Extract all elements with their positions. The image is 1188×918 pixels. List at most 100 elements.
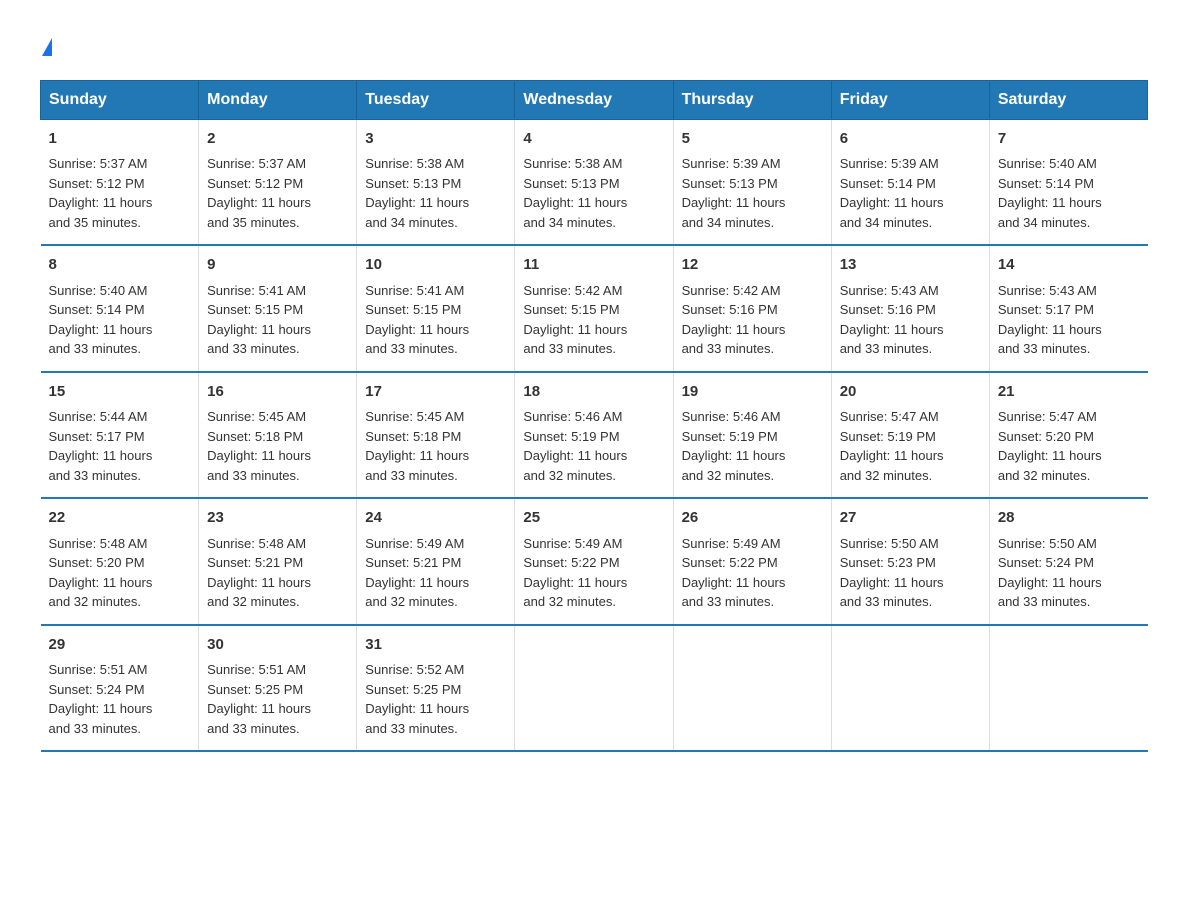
day-info: Sunrise: 5:40 AMSunset: 5:14 PMDaylight:… [49, 283, 153, 357]
day-number: 7 [998, 128, 1140, 151]
day-info: Sunrise: 5:47 AMSunset: 5:20 PMDaylight:… [998, 409, 1102, 483]
calendar-cell: 30 Sunrise: 5:51 AMSunset: 5:25 PMDayligh… [199, 625, 357, 752]
calendar-cell: 15 Sunrise: 5:44 AMSunset: 5:17 PMDayligh… [41, 372, 199, 499]
column-header-saturday: Saturday [989, 80, 1147, 119]
calendar-cell: 12 Sunrise: 5:42 AMSunset: 5:16 PMDayligh… [673, 245, 831, 372]
column-header-wednesday: Wednesday [515, 80, 673, 119]
calendar-cell: 26Sunrise: 5:49 AMSunset: 5:22 PMDayligh… [673, 498, 831, 625]
day-number: 21 [998, 381, 1140, 404]
logo-general-line [40, 30, 52, 60]
calendar-cell: 3 Sunrise: 5:38 AMSunset: 5:13 PMDaylight… [357, 119, 515, 245]
day-number: 10 [365, 254, 506, 277]
day-info: Sunrise: 5:48 AMSunset: 5:20 PMDaylight:… [49, 536, 153, 610]
day-number: 19 [682, 381, 823, 404]
calendar-week-row: 29 Sunrise: 5:51 AMSunset: 5:24 PMDayligh… [41, 625, 1148, 752]
day-number: 11 [523, 254, 664, 277]
day-number: 23 [207, 507, 348, 530]
column-header-friday: Friday [831, 80, 989, 119]
day-info: Sunrise: 5:45 AMSunset: 5:18 PMDaylight:… [207, 409, 311, 483]
calendar-cell [515, 625, 673, 752]
day-info: Sunrise: 5:51 AMSunset: 5:24 PMDaylight:… [49, 662, 153, 736]
calendar-cell: 25Sunrise: 5:49 AMSunset: 5:22 PMDayligh… [515, 498, 673, 625]
day-info: Sunrise: 5:41 AMSunset: 5:15 PMDaylight:… [365, 283, 469, 357]
day-info: Sunrise: 5:48 AMSunset: 5:21 PMDaylight:… [207, 536, 311, 610]
column-header-thursday: Thursday [673, 80, 831, 119]
calendar-cell: 5Sunrise: 5:39 AMSunset: 5:13 PMDaylight… [673, 119, 831, 245]
day-number: 8 [49, 254, 191, 277]
day-number: 18 [523, 381, 664, 404]
day-info: Sunrise: 5:50 AMSunset: 5:24 PMDaylight:… [998, 536, 1102, 610]
calendar-week-row: 15 Sunrise: 5:44 AMSunset: 5:17 PMDayligh… [41, 372, 1148, 499]
logo [40, 30, 52, 60]
calendar-cell: 4 Sunrise: 5:38 AMSunset: 5:13 PMDaylight… [515, 119, 673, 245]
day-info: Sunrise: 5:46 AMSunset: 5:19 PMDaylight:… [523, 409, 627, 483]
day-number: 12 [682, 254, 823, 277]
day-info: Sunrise: 5:42 AMSunset: 5:16 PMDaylight:… [682, 283, 786, 357]
calendar-cell [989, 625, 1147, 752]
calendar-week-row: 8 Sunrise: 5:40 AMSunset: 5:14 PMDaylight… [41, 245, 1148, 372]
calendar-header-row: SundayMondayTuesdayWednesdayThursdayFrid… [41, 80, 1148, 119]
calendar-table: SundayMondayTuesdayWednesdayThursdayFrid… [40, 80, 1148, 753]
day-info: Sunrise: 5:37 AMSunset: 5:12 PMDaylight:… [207, 156, 311, 230]
calendar-cell: 2 Sunrise: 5:37 AMSunset: 5:12 PMDaylight… [199, 119, 357, 245]
day-number: 3 [365, 128, 506, 151]
day-number: 29 [49, 634, 191, 657]
day-info: Sunrise: 5:43 AMSunset: 5:16 PMDaylight:… [840, 283, 944, 357]
logo-triangle-icon [42, 38, 52, 56]
calendar-cell: 18 Sunrise: 5:46 AMSunset: 5:19 PMDayligh… [515, 372, 673, 499]
day-info: Sunrise: 5:38 AMSunset: 5:13 PMDaylight:… [365, 156, 469, 230]
calendar-cell: 9 Sunrise: 5:41 AMSunset: 5:15 PMDaylight… [199, 245, 357, 372]
page-header [40, 30, 1148, 60]
column-header-tuesday: Tuesday [357, 80, 515, 119]
calendar-cell: 28 Sunrise: 5:50 AMSunset: 5:24 PMDayligh… [989, 498, 1147, 625]
day-number: 25 [523, 507, 664, 530]
calendar-cell: 24 Sunrise: 5:49 AMSunset: 5:21 PMDayligh… [357, 498, 515, 625]
day-number: 9 [207, 254, 348, 277]
day-number: 4 [523, 128, 664, 151]
calendar-cell: 23 Sunrise: 5:48 AMSunset: 5:21 PMDayligh… [199, 498, 357, 625]
day-number: 14 [998, 254, 1140, 277]
day-number: 6 [840, 128, 981, 151]
day-info: Sunrise: 5:40 AMSunset: 5:14 PMDaylight:… [998, 156, 1102, 230]
day-info: Sunrise: 5:44 AMSunset: 5:17 PMDaylight:… [49, 409, 153, 483]
day-info: Sunrise: 5:39 AMSunset: 5:13 PMDaylight:… [682, 156, 786, 230]
day-info: Sunrise: 5:42 AMSunset: 5:15 PMDaylight:… [523, 283, 627, 357]
calendar-cell: 1Sunrise: 5:37 AMSunset: 5:12 PMDaylight… [41, 119, 199, 245]
calendar-cell: 8 Sunrise: 5:40 AMSunset: 5:14 PMDaylight… [41, 245, 199, 372]
day-number: 17 [365, 381, 506, 404]
day-info: Sunrise: 5:49 AMSunset: 5:21 PMDaylight:… [365, 536, 469, 610]
calendar-cell: 16 Sunrise: 5:45 AMSunset: 5:18 PMDayligh… [199, 372, 357, 499]
day-info: Sunrise: 5:41 AMSunset: 5:15 PMDaylight:… [207, 283, 311, 357]
day-number: 27 [840, 507, 981, 530]
calendar-week-row: 1Sunrise: 5:37 AMSunset: 5:12 PMDaylight… [41, 119, 1148, 245]
day-number: 20 [840, 381, 981, 404]
calendar-cell: 20Sunrise: 5:47 AMSunset: 5:19 PMDayligh… [831, 372, 989, 499]
calendar-week-row: 22Sunrise: 5:48 AMSunset: 5:20 PMDayligh… [41, 498, 1148, 625]
calendar-cell: 27Sunrise: 5:50 AMSunset: 5:23 PMDayligh… [831, 498, 989, 625]
calendar-cell: 22Sunrise: 5:48 AMSunset: 5:20 PMDayligh… [41, 498, 199, 625]
day-info: Sunrise: 5:38 AMSunset: 5:13 PMDaylight:… [523, 156, 627, 230]
calendar-cell: 11 Sunrise: 5:42 AMSunset: 5:15 PMDayligh… [515, 245, 673, 372]
day-info: Sunrise: 5:37 AMSunset: 5:12 PMDaylight:… [49, 156, 153, 230]
day-info: Sunrise: 5:39 AMSunset: 5:14 PMDaylight:… [840, 156, 944, 230]
day-info: Sunrise: 5:46 AMSunset: 5:19 PMDaylight:… [682, 409, 786, 483]
day-info: Sunrise: 5:51 AMSunset: 5:25 PMDaylight:… [207, 662, 311, 736]
day-number: 31 [365, 634, 506, 657]
column-header-sunday: Sunday [41, 80, 199, 119]
calendar-cell: 17Sunrise: 5:45 AMSunset: 5:18 PMDayligh… [357, 372, 515, 499]
calendar-cell: 7 Sunrise: 5:40 AMSunset: 5:14 PMDaylight… [989, 119, 1147, 245]
calendar-cell: 14 Sunrise: 5:43 AMSunset: 5:17 PMDayligh… [989, 245, 1147, 372]
day-number: 2 [207, 128, 348, 151]
calendar-cell: 13Sunrise: 5:43 AMSunset: 5:16 PMDayligh… [831, 245, 989, 372]
calendar-cell: 6 Sunrise: 5:39 AMSunset: 5:14 PMDaylight… [831, 119, 989, 245]
day-number: 30 [207, 634, 348, 657]
day-number: 28 [998, 507, 1140, 530]
day-number: 24 [365, 507, 506, 530]
day-info: Sunrise: 5:49 AMSunset: 5:22 PMDaylight:… [682, 536, 786, 610]
day-info: Sunrise: 5:43 AMSunset: 5:17 PMDaylight:… [998, 283, 1102, 357]
day-number: 15 [49, 381, 191, 404]
day-number: 16 [207, 381, 348, 404]
calendar-cell [673, 625, 831, 752]
calendar-cell: 31Sunrise: 5:52 AMSunset: 5:25 PMDayligh… [357, 625, 515, 752]
calendar-cell: 19 Sunrise: 5:46 AMSunset: 5:19 PMDayligh… [673, 372, 831, 499]
